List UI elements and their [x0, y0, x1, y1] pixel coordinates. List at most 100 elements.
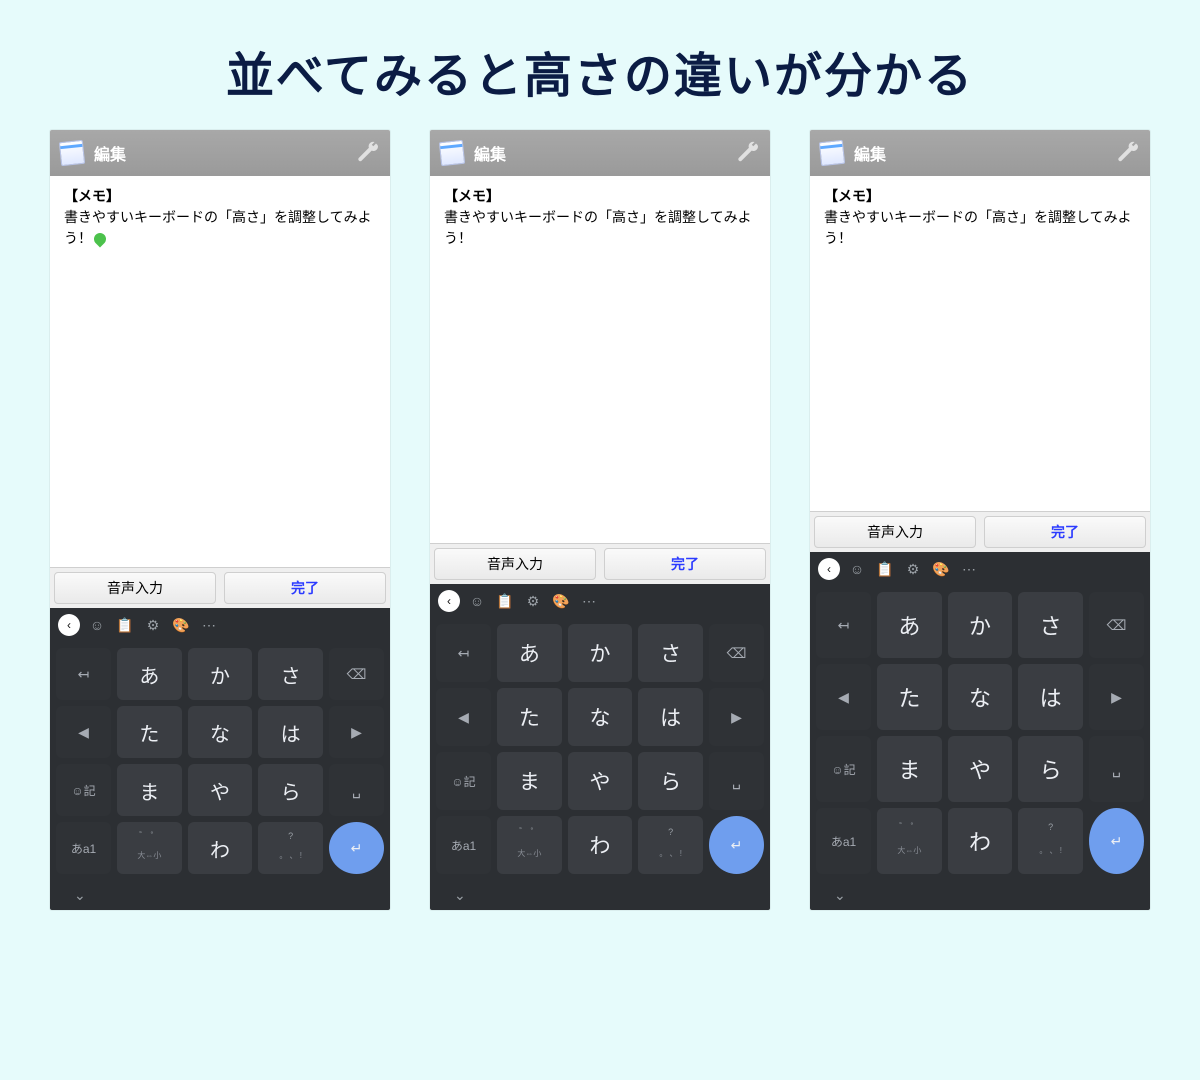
wrench-icon[interactable]: [356, 141, 380, 165]
key-undo[interactable]: ↤: [436, 624, 491, 682]
action-bar: 音声入力 完了: [810, 511, 1150, 552]
key-ya[interactable]: や: [568, 752, 633, 810]
key-ha[interactable]: は: [1018, 664, 1083, 730]
sticker-icon[interactable]: ☺: [846, 558, 868, 580]
wrench-icon[interactable]: [736, 141, 760, 165]
kb-back-button[interactable]: ‹: [58, 614, 80, 636]
collapse-keyboard-icon[interactable]: ⌄: [454, 887, 466, 904]
key-space[interactable]: ␣: [1089, 736, 1144, 802]
note-body: 書きやすいキーボードの「高さ」を調整してみよう！: [824, 209, 1132, 246]
key-ya[interactable]: や: [948, 736, 1013, 802]
key-na[interactable]: な: [188, 706, 253, 758]
note-area[interactable]: 【メモ】 書きやすいキーボードの「高さ」を調整してみよう！: [50, 176, 390, 249]
key-backspace[interactable]: ⌫: [329, 648, 384, 700]
sticker-icon[interactable]: ☺: [86, 614, 108, 636]
key-cursor-right[interactable]: ▶: [1089, 664, 1144, 730]
key-ra[interactable]: ら: [638, 752, 703, 810]
kb-back-button[interactable]: ‹: [438, 590, 460, 612]
notepad-icon: [439, 140, 465, 166]
key-ra[interactable]: ら: [1018, 736, 1083, 802]
key-enter[interactable]: ↵: [329, 822, 384, 874]
collapse-keyboard-icon[interactable]: ⌄: [834, 887, 846, 904]
key-ha[interactable]: は: [258, 706, 323, 758]
key-ka[interactable]: か: [188, 648, 253, 700]
key-sa[interactable]: さ: [1018, 592, 1083, 658]
key-emoji[interactable]: ☺記: [436, 752, 491, 810]
voice-input-button[interactable]: 音声入力: [54, 572, 216, 604]
keyboard-toolbar: ‹ ☺ 📋 ⚙ 🎨 ⋯: [50, 608, 390, 642]
key-backspace[interactable]: ⌫: [1089, 592, 1144, 658]
note-area[interactable]: 【メモ】 書きやすいキーボードの「高さ」を調整してみよう！: [430, 176, 770, 249]
key-ha[interactable]: は: [638, 688, 703, 746]
key-a[interactable]: あ: [117, 648, 182, 700]
palette-icon[interactable]: 🎨: [170, 614, 192, 636]
phone-2: 編集 【メモ】 書きやすいキーボードの「高さ」を調整してみよう！ 音声入力 完了…: [430, 130, 770, 910]
key-na[interactable]: な: [948, 664, 1013, 730]
voice-input-button[interactable]: 音声入力: [814, 516, 976, 548]
key-dakuten[interactable]: ゛ ゜大⇔小: [497, 816, 562, 874]
note-area[interactable]: 【メモ】 書きやすいキーボードの「高さ」を調整してみよう！: [810, 176, 1150, 249]
key-a[interactable]: あ: [877, 592, 942, 658]
key-mode[interactable]: あa1: [436, 816, 491, 874]
key-cursor-left[interactable]: ◀: [816, 664, 871, 730]
voice-input-button[interactable]: 音声入力: [434, 548, 596, 580]
key-cursor-left[interactable]: ◀: [56, 706, 111, 758]
key-backspace[interactable]: ⌫: [709, 624, 764, 682]
key-a[interactable]: あ: [497, 624, 562, 682]
gear-icon[interactable]: ⚙: [902, 558, 924, 580]
collapse-keyboard-icon[interactable]: ⌄: [74, 887, 86, 904]
done-button[interactable]: 完了: [604, 548, 766, 580]
key-emoji[interactable]: ☺記: [56, 764, 111, 816]
key-cursor-right[interactable]: ▶: [709, 688, 764, 746]
key-sa[interactable]: さ: [638, 624, 703, 682]
clipboard-icon[interactable]: 📋: [494, 590, 516, 612]
key-ma[interactable]: ま: [877, 736, 942, 802]
key-mode[interactable]: あa1: [816, 808, 871, 874]
key-dakuten[interactable]: ゛ ゜大⇔小: [877, 808, 942, 874]
key-ta[interactable]: た: [117, 706, 182, 758]
key-ma[interactable]: ま: [497, 752, 562, 810]
done-button[interactable]: 完了: [984, 516, 1146, 548]
key-punct[interactable]: ?。 、 !: [1018, 808, 1083, 874]
key-ya[interactable]: や: [188, 764, 253, 816]
key-emoji[interactable]: ☺記: [816, 736, 871, 802]
key-sa[interactable]: さ: [258, 648, 323, 700]
wrench-icon[interactable]: [1116, 141, 1140, 165]
key-wa[interactable]: わ: [948, 808, 1013, 874]
key-enter[interactable]: ↵: [1089, 808, 1144, 874]
key-ma[interactable]: ま: [117, 764, 182, 816]
key-cursor-right[interactable]: ▶: [329, 706, 384, 758]
key-enter[interactable]: ↵: [709, 816, 764, 874]
key-na[interactable]: な: [568, 688, 633, 746]
key-space[interactable]: ␣: [709, 752, 764, 810]
more-icon[interactable]: ⋯: [958, 558, 980, 580]
palette-icon[interactable]: 🎨: [550, 590, 572, 612]
gear-icon[interactable]: ⚙: [522, 590, 544, 612]
key-space[interactable]: ␣: [329, 764, 384, 816]
key-cursor-left[interactable]: ◀: [436, 688, 491, 746]
key-punct[interactable]: ?。 、 !: [638, 816, 703, 874]
key-wa[interactable]: わ: [188, 822, 253, 874]
key-ta[interactable]: た: [877, 664, 942, 730]
palette-icon[interactable]: 🎨: [930, 558, 952, 580]
key-mode[interactable]: あa1: [56, 822, 111, 874]
sticker-icon[interactable]: ☺: [466, 590, 488, 612]
clipboard-icon[interactable]: 📋: [874, 558, 896, 580]
screenshot-row: 編集 【メモ】 書きやすいキーボードの「高さ」を調整してみよう！ 音声入力 完了…: [0, 116, 1200, 910]
done-button[interactable]: 完了: [224, 572, 386, 604]
key-ta[interactable]: た: [497, 688, 562, 746]
more-icon[interactable]: ⋯: [578, 590, 600, 612]
gear-icon[interactable]: ⚙: [142, 614, 164, 636]
key-undo[interactable]: ↤: [816, 592, 871, 658]
clipboard-icon[interactable]: 📋: [114, 614, 136, 636]
more-icon[interactable]: ⋯: [198, 614, 220, 636]
key-ka[interactable]: か: [568, 624, 633, 682]
key-ra[interactable]: ら: [258, 764, 323, 816]
kb-back-button[interactable]: ‹: [818, 558, 840, 580]
key-undo[interactable]: ↤: [56, 648, 111, 700]
key-dakuten[interactable]: ゛ ゜大⇔小: [117, 822, 182, 874]
key-ka[interactable]: か: [948, 592, 1013, 658]
kb-bottombar: ⌄: [50, 880, 390, 910]
key-wa[interactable]: わ: [568, 816, 633, 874]
key-punct[interactable]: ?。 、 !: [258, 822, 323, 874]
